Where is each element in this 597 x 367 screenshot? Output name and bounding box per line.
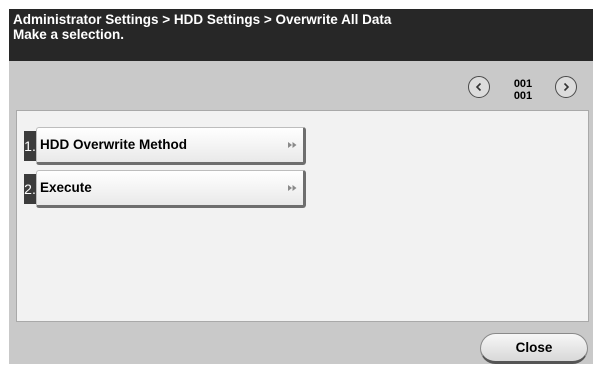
previous-page-button[interactable]	[468, 76, 490, 98]
breadcrumb: Administrator Settings > HDD Settings > …	[13, 12, 392, 27]
title-bar: Administrator Settings > HDD Settings > …	[9, 9, 593, 61]
menu-item-hdd-overwrite-method[interactable]: 1. HDD Overwrite Method	[24, 127, 306, 165]
menu-item-number: 1.	[24, 131, 36, 161]
menu-panel: 1. HDD Overwrite Method 2. Execute	[16, 110, 589, 322]
footer-bar: Close	[9, 322, 593, 364]
total-pages: 001	[513, 90, 533, 102]
hdd-overwrite-method-button[interactable]: HDD Overwrite Method	[36, 127, 306, 165]
screen-frame: Administrator Settings > HDD Settings > …	[9, 9, 593, 364]
chevron-left-icon	[475, 82, 482, 92]
menu-item-label: HDD Overwrite Method	[40, 137, 188, 152]
menu-item-label: Execute	[40, 180, 92, 195]
menu-item-number: 2.	[24, 174, 36, 204]
chevron-right-icon	[563, 82, 570, 92]
close-button[interactable]: Close	[480, 333, 588, 364]
execute-button[interactable]: Execute	[36, 170, 306, 208]
double-chevron-right-icon	[288, 185, 297, 191]
instruction-text: Make a selection.	[13, 27, 125, 42]
next-page-button[interactable]	[555, 76, 577, 98]
pager-bar: 001 001	[9, 61, 593, 110]
menu-item-execute[interactable]: 2. Execute	[24, 170, 306, 208]
double-chevron-right-icon	[288, 142, 297, 148]
current-page: 001	[513, 78, 533, 90]
